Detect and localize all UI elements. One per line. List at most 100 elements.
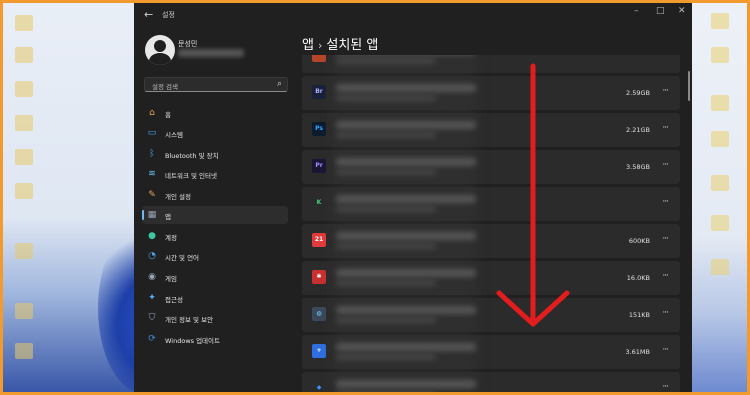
sidebar-item-label: 앱	[165, 213, 171, 221]
breadcrumb-separator: ›	[317, 39, 323, 52]
maximize-button[interactable]: □	[656, 6, 665, 16]
sidebar-item-label: 시간 및 언어	[165, 254, 200, 262]
sidebar-item-label: 네트워크 및 인터넷	[165, 172, 217, 180]
sidebar-item[interactable]: ◉ 게임	[142, 268, 288, 286]
desktop-icon[interactable]	[15, 149, 33, 165]
installed-apps-list: ◆ ··· +3.61MB ··· ◍ 151KB ··· ✱ 16.0KB ··· 21 600KB…	[302, 55, 680, 392]
more-options-button[interactable]: ···	[662, 308, 669, 318]
sidebar-item[interactable]: ● 계정	[142, 227, 288, 245]
app-size: 151KB	[628, 311, 650, 319]
user-email-blurred	[178, 49, 244, 57]
app-size: 600KB	[628, 237, 650, 245]
apps-icon: ▦	[147, 210, 157, 220]
desktop-icon[interactable]	[711, 13, 729, 29]
user-name: 문성민	[178, 40, 198, 48]
accessibility-icon: ✦	[148, 293, 156, 303]
gamepad-icon: ◉	[148, 272, 156, 282]
sidebar-item[interactable]: ✎ 개인 설정	[142, 186, 288, 204]
more-options-button[interactable]: ···	[662, 55, 669, 59]
close-button[interactable]: ✕	[678, 6, 686, 16]
premiere-app-icon: Pr	[312, 159, 326, 173]
breadcrumb-parent[interactable]: 앱	[302, 38, 314, 53]
sidebar-item-label: Windows 업데이트	[165, 337, 221, 345]
scrollbar[interactable]	[688, 71, 690, 101]
privacy-blur-band	[332, 55, 477, 392]
account-icon: ●	[148, 231, 156, 241]
update-icon: ⟳	[148, 334, 156, 344]
search-icon[interactable]: ⌕	[277, 79, 282, 89]
blue-plus-app-icon: +	[312, 344, 326, 358]
desktop-icon[interactable]	[15, 15, 33, 31]
sidebar-item[interactable]: ⛉ 개인 정보 및 보안	[142, 309, 288, 327]
sidebar-item[interactable]: ▦ 앱	[142, 206, 288, 224]
more-options-button[interactable]: ···	[662, 382, 669, 392]
sidebar-item[interactable]: ⟳ Windows 업데이트	[142, 330, 288, 348]
breadcrumb: 앱 › 설치된 앱	[302, 34, 378, 53]
search-placeholder: 설정 검색	[152, 83, 178, 91]
desktop-icon[interactable]	[711, 259, 729, 275]
sidebar-item[interactable]: ◔ 시간 및 언어	[142, 247, 288, 265]
minimize-button[interactable]: –	[634, 6, 639, 16]
sidebar-item-label: 개인 정보 및 보안	[165, 316, 214, 324]
disk-app-icon: ◍	[312, 307, 326, 321]
wifi-icon: ≋	[148, 169, 156, 179]
sidebar-item-label: 시스템	[165, 131, 183, 139]
app-size: 3.61MB	[625, 348, 650, 356]
sidebar-item-label: 계정	[165, 234, 177, 242]
sidebar-item[interactable]: ▭ 시스템	[142, 124, 288, 142]
desktop-icon[interactable]	[15, 303, 33, 319]
monitor-icon: ▭	[147, 128, 157, 138]
back-arrow-icon[interactable]: ←	[144, 8, 153, 21]
sidebar-item-label: 홈	[165, 111, 171, 119]
sidebar: 문성민 설정 검색 ⌕ ⌂ 홈 ▭ 시스템 ᛒ Bluetooth 및 장치 ≋ 네트워크 및…	[134, 27, 299, 392]
green-k-app-icon: K	[312, 196, 326, 210]
shield-icon: ⛉	[148, 313, 156, 323]
sidebar-item-label: 개인 설정	[165, 193, 191, 201]
desktop-icon[interactable]	[711, 95, 729, 111]
red-app-icon: 21	[312, 233, 326, 247]
more-options-button[interactable]: ···	[662, 234, 669, 244]
desktop-icon[interactable]	[15, 47, 33, 63]
blue-round-app-icon: ◆	[312, 381, 326, 392]
sidebar-item[interactable]: ᛒ Bluetooth 및 장치	[142, 145, 288, 163]
desktop-icon[interactable]	[711, 131, 729, 147]
sidebar-item-label: Bluetooth 및 장치	[165, 152, 219, 160]
desktop-icon[interactable]	[15, 115, 33, 131]
window-title: 설정	[162, 11, 175, 19]
desktop-icon[interactable]	[15, 343, 33, 359]
sidebar-item[interactable]: ✦ 접근성	[142, 289, 288, 307]
avatar[interactable]	[145, 35, 175, 65]
more-options-button[interactable]: ···	[662, 123, 669, 133]
more-options-button[interactable]: ···	[662, 160, 669, 170]
settings-window: ← 설정 – □ ✕ 문성민 설정 검색 ⌕ ⌂ 홈 ▭ 시스템 ᛒ Bluetooth …	[134, 3, 692, 392]
more-options-button[interactable]: ···	[662, 197, 669, 207]
more-options-button[interactable]: ···	[662, 345, 669, 355]
app-size: 3.58GB	[626, 163, 650, 171]
sidebar-item[interactable]: ≋ 네트워크 및 인터넷	[142, 165, 288, 183]
screenshot-frame: ← 설정 – □ ✕ 문성민 설정 검색 ⌕ ⌂ 홈 ▭ 시스템 ᛒ Bluetooth …	[3, 3, 747, 392]
desktop-icon[interactable]	[15, 183, 33, 199]
more-options-button[interactable]: ···	[662, 86, 669, 96]
more-options-button[interactable]: ···	[662, 271, 669, 281]
desktop-icon[interactable]	[15, 243, 33, 259]
red-square-app-icon: ✱	[312, 270, 326, 284]
page-title: 설치된 앱	[326, 38, 379, 53]
orange-app-icon	[312, 55, 326, 62]
bridge-app-icon: Br	[312, 85, 326, 99]
app-size: 16.0KB	[626, 274, 650, 282]
sidebar-item-label: 접근성	[165, 296, 183, 304]
sidebar-item[interactable]: ⌂ 홈	[142, 104, 288, 122]
home-icon: ⌂	[149, 108, 155, 118]
sidebar-item-label: 게임	[165, 275, 177, 283]
desktop-icon[interactable]	[15, 81, 33, 97]
desktop-icon[interactable]	[711, 215, 729, 231]
search-input[interactable]: 설정 검색 ⌕	[144, 77, 288, 92]
bluetooth-icon: ᛒ	[149, 149, 155, 159]
brush-icon: ✎	[148, 190, 156, 200]
desktop-icon[interactable]	[711, 47, 729, 63]
app-size: 2.21GB	[626, 126, 650, 134]
desktop-icon[interactable]	[711, 175, 729, 191]
globe-clock-icon: ◔	[148, 251, 156, 261]
app-size: 2.59GB	[626, 89, 650, 97]
photoshop-app-icon: Ps	[312, 122, 326, 136]
